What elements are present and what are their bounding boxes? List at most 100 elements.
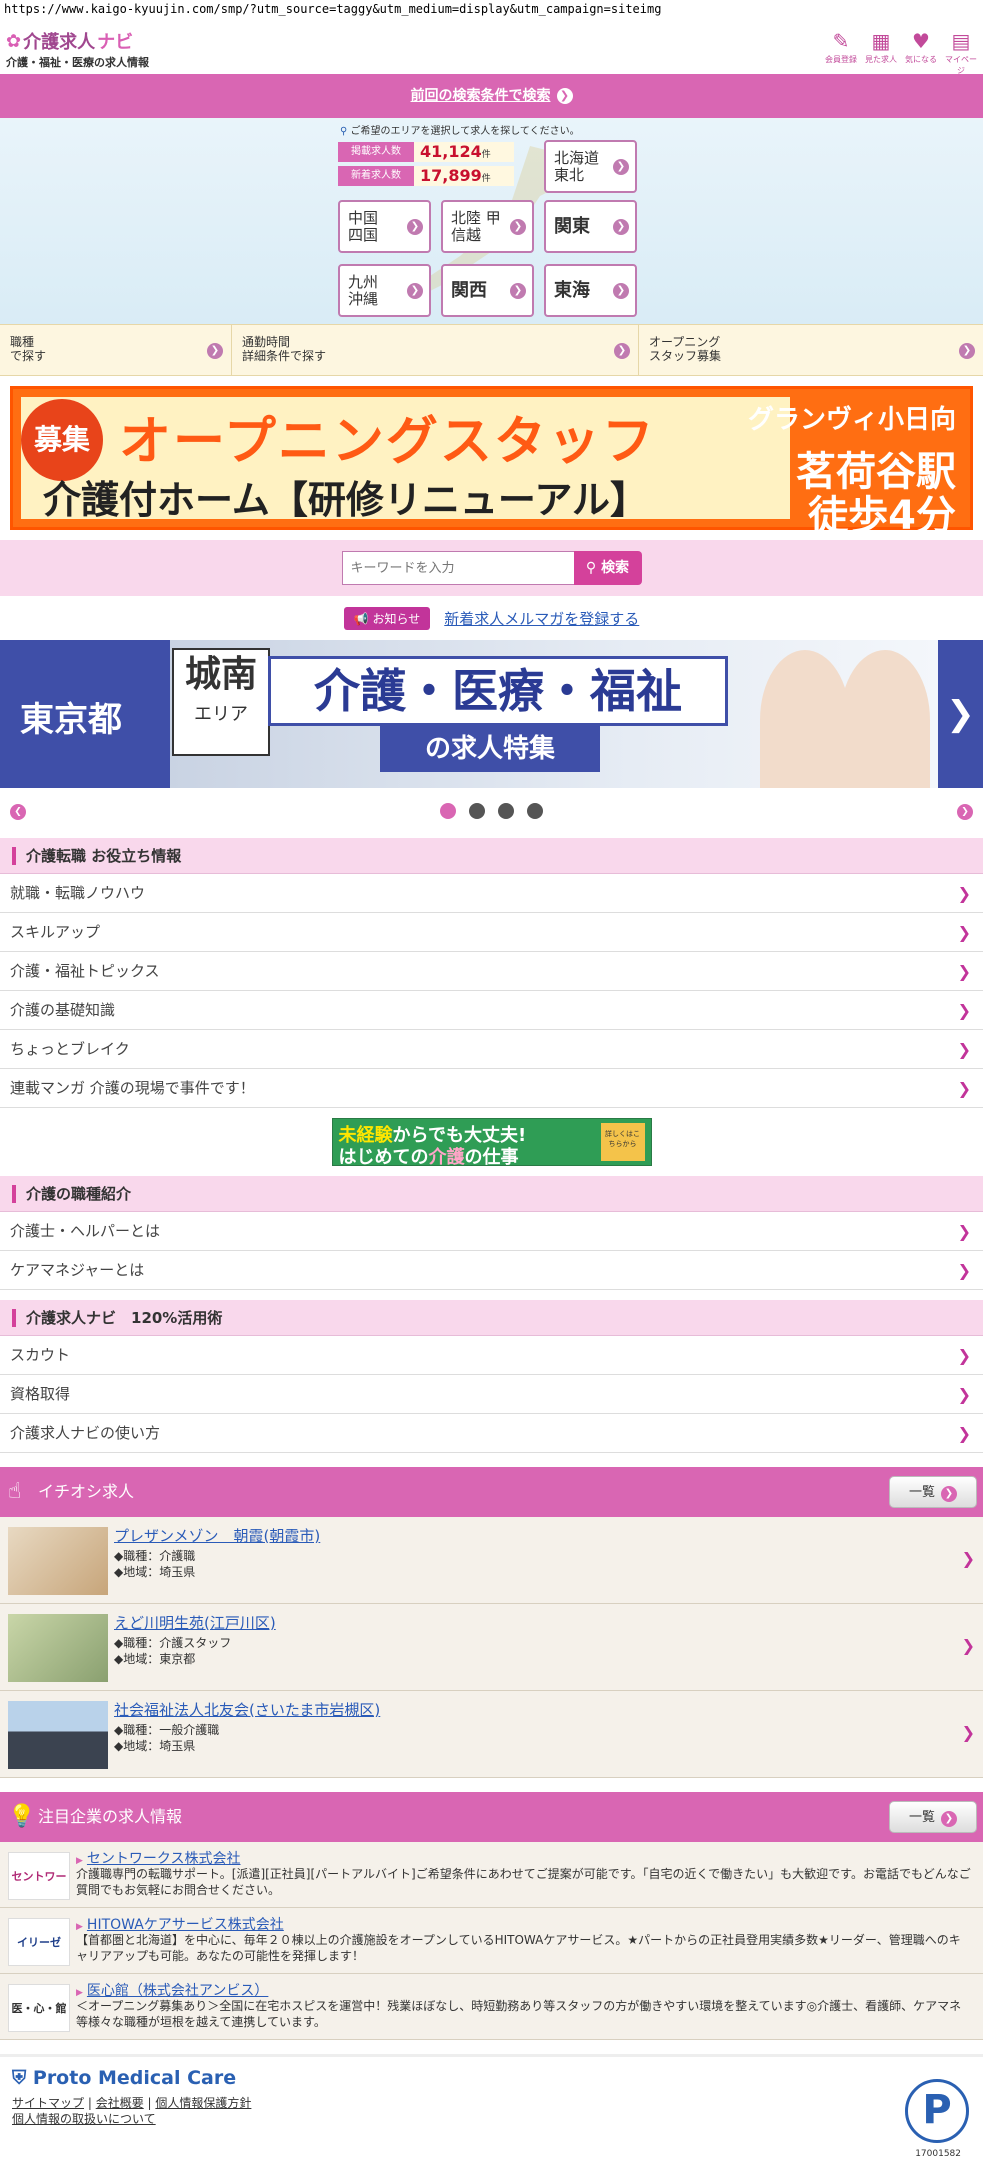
- pickup-job-item[interactable]: プレザンメゾン 朝霞(朝霞市) ◆職種：介護職 ◆地域：埼玉県 ❯: [0, 1517, 983, 1604]
- carousel-next-button[interactable]: ❯: [938, 640, 983, 788]
- region-kanto[interactable]: 関東 ❯: [544, 200, 637, 253]
- search-by-job-type[interactable]: 職種 で探す ❯: [0, 325, 232, 375]
- job-name-link[interactable]: プレザンメゾン 朝霞(朝霞市): [114, 1525, 320, 1546]
- company-name-link[interactable]: セントワークス株式会社: [76, 1848, 241, 1868]
- pickup-job-item[interactable]: えど川明生苑(江戸川区) ◆職種：介護スタッフ ◆地域：東京都 ❯: [0, 1604, 983, 1691]
- section-heading: 介護求人ナビ 120%活用術: [0, 1300, 983, 1336]
- list-item[interactable]: 介護の基礎知識 ❯: [0, 991, 983, 1030]
- company-item[interactable]: イリーゼ HITOWAケアサービス株式会社 【首都圏と北海道】を中心に、毎年２０…: [0, 1908, 983, 1974]
- sitemap-link[interactable]: サイトマップ: [12, 2096, 84, 2110]
- company-item[interactable]: セントワークス セントワークス株式会社 介護職専門の転職サポート。[派遣][正社…: [0, 1842, 983, 1931]
- region-label: 中国 四国: [348, 208, 379, 244]
- viewed-jobs-button[interactable]: ▦ 見た求人: [863, 28, 899, 76]
- pickup-title: イチオシ求人: [38, 1482, 135, 1501]
- newsletter-link[interactable]: 新着求人メルマガを登録する: [444, 608, 639, 629]
- carousel-dot[interactable]: [469, 803, 485, 819]
- job-name-link[interactable]: 社会福祉法人北友会(さいたま市岩槻区): [114, 1699, 380, 1720]
- site-logo[interactable]: ✿ 介護求人 ナビ 介護・福祉・医療の求人情報: [6, 28, 149, 70]
- companies-all-button[interactable]: 一覧 ❯: [889, 1801, 977, 1833]
- previous-search-button[interactable]: 前回の検索条件で検索 ❯: [0, 74, 983, 118]
- region-tokai[interactable]: 東海 ❯: [544, 264, 637, 317]
- arrow-right-icon: ❯: [207, 343, 223, 359]
- search-button[interactable]: ⚲ 検索: [573, 551, 642, 585]
- job-type: ◆職種：介護職: [114, 1549, 196, 1563]
- all-label: 一覧: [908, 1810, 935, 1825]
- banner-area-box: 城南 エリア: [172, 648, 270, 756]
- area-instruction: ⚲ ご希望のエリアを選択して求人を探してください。: [340, 122, 580, 137]
- mypage-icon: ▤: [951, 29, 971, 53]
- personal-info-link[interactable]: 個人情報の取扱いについて: [12, 2112, 156, 2126]
- listed-count-unit: 件: [481, 150, 491, 160]
- company-description: ＜オープニング募集あり＞全国に在宅ホスピスを運営中！残業ほぼなし、時短勤務あり等…: [76, 1999, 962, 2029]
- region-kansai[interactable]: 関西 ❯: [441, 264, 534, 317]
- banner-title: オープニングスタッフ: [119, 412, 656, 472]
- list-item[interactable]: ちょっとブレイク ❯: [0, 1030, 983, 1069]
- job-name-link[interactable]: えど川明生苑(江戸川区): [114, 1612, 276, 1633]
- section-title: 介護の職種紹介: [26, 1185, 132, 1203]
- list-item[interactable]: 介護・福祉トピックス ❯: [0, 952, 983, 991]
- region-hokuriku-koshinetsu[interactable]: 北陸 甲信越 ❯: [441, 200, 534, 253]
- search-link-line1: 通勤時間: [242, 335, 291, 349]
- list-item[interactable]: 資格取得 ❯: [0, 1375, 983, 1414]
- chevron-right-icon: ❯: [957, 962, 971, 981]
- arrow-right-icon: ❯: [613, 158, 629, 175]
- opening-staff-banner[interactable]: 募集 オープニングスタッフ 介護付ホーム【研修リニューアル】 グランヴィ小日向 …: [10, 386, 973, 539]
- region-chugoku-shikoku[interactable]: 中国 四国 ❯: [338, 200, 431, 253]
- chevron-right-icon: ❯: [957, 923, 971, 942]
- favorites-button[interactable]: ♥ 気になる: [903, 28, 939, 76]
- carousel-dot[interactable]: [498, 803, 514, 819]
- carousel-dot[interactable]: [527, 803, 543, 819]
- opening-staff-link[interactable]: オープニング スタッフ募集 ❯: [639, 325, 983, 375]
- company-link[interactable]: 会社概要: [96, 2096, 144, 2110]
- section-title: 介護求人ナビ 120%活用術: [26, 1309, 223, 1327]
- register-button[interactable]: ✎ 会員登録: [823, 28, 859, 76]
- carousel-next-icon[interactable]: ❯: [957, 804, 973, 820]
- region-hokkaido-tohoku[interactable]: 北海道 東北 ❯: [544, 140, 637, 193]
- carousel-pagination: ❮ ❯: [0, 788, 983, 834]
- list-item[interactable]: 連載マンガ 介護の現場で事件です！ ❯: [0, 1069, 983, 1108]
- url-bar[interactable]: https://www.kaigo-kyuujin.com/smp/?utm_s…: [0, 0, 983, 22]
- keyword-search: ⚲ 検索: [0, 540, 983, 596]
- chevron-right-icon: ❯: [961, 1636, 975, 1655]
- list-item[interactable]: ケアマネジャーとは ❯: [0, 1251, 983, 1290]
- listed-count: 掲載求人数 41,124件: [338, 142, 514, 162]
- privacy-mark-icon: P: [905, 2079, 969, 2143]
- list-item-label: 資格取得: [10, 1385, 71, 1403]
- all-label: 一覧: [908, 1485, 935, 1500]
- privacy-policy-link[interactable]: 個人情報保護方針: [155, 2096, 251, 2110]
- listed-count-label: 掲載求人数: [338, 142, 414, 162]
- mypage-button[interactable]: ▤ マイページ: [943, 28, 979, 76]
- beginner-banner[interactable]: 未経験からでも大丈夫! はじめての介護の仕事 詳しくはこちらから: [331, 1118, 652, 1168]
- job-type: ◆職種：一般介護職: [114, 1723, 220, 1737]
- person-image: [760, 650, 850, 788]
- job-type: ◆職種：介護スタッフ: [114, 1636, 232, 1650]
- person-image: [840, 650, 930, 788]
- list-item[interactable]: 介護士・ヘルパーとは ❯: [0, 1212, 983, 1251]
- pin-icon: ⚲: [340, 126, 348, 137]
- pickup-all-button[interactable]: 一覧 ❯: [889, 1476, 977, 1508]
- company-name-link[interactable]: 医心館（株式会社アンビス）: [76, 1980, 268, 2000]
- arrow-right-icon: ❯: [941, 1486, 957, 1502]
- region-kyushu-okinawa[interactable]: 九州 沖縄 ❯: [338, 264, 431, 317]
- list-item[interactable]: スキルアップ ❯: [0, 913, 983, 952]
- list-item[interactable]: スカウト ❯: [0, 1336, 983, 1375]
- region-label: 北海道 東北: [554, 148, 600, 184]
- register-label: 会員登録: [825, 55, 857, 64]
- carousel-prev-icon[interactable]: ❮: [10, 804, 26, 820]
- search-by-commute[interactable]: 通勤時間 詳細条件で探す ❯: [232, 325, 639, 375]
- mini-detail-box: 詳しくはこちらから: [600, 1123, 645, 1161]
- company-item[interactable]: 医・心・館 医心館（株式会社アンビス） ＜オープニング募集あり＞全国に在宅ホスピ…: [0, 1974, 983, 2040]
- list-item[interactable]: 介護求人ナビの使い方 ❯: [0, 1414, 983, 1453]
- company-description: 介護職専門の転職サポート。[派遣][正社員][パートアルバイト]ご希望条件にあわ…: [76, 1867, 971, 1897]
- search-link-line1: オープニング: [649, 335, 721, 349]
- new-count-value: 17,899: [420, 166, 482, 185]
- company-name-link[interactable]: HITOWAケアサービス株式会社: [76, 1914, 284, 1934]
- footer-brand[interactable]: ⛨ Proto Medical Care: [12, 2067, 971, 2089]
- list-item-label: ちょっとブレイク: [10, 1040, 130, 1058]
- carousel-dot[interactable]: [440, 803, 456, 819]
- pickup-job-item[interactable]: 社会福祉法人北友会(さいたま市岩槻区) ◆職種：一般介護職 ◆地域：埼玉県 ❯: [0, 1691, 983, 1778]
- list-item[interactable]: 就職・転職ノウハウ ❯: [0, 874, 983, 913]
- keyword-input[interactable]: [341, 551, 574, 585]
- chevron-right-icon: ❯: [957, 1222, 971, 1241]
- tokyo-feature-banner[interactable]: 東京都 城南 エリア 介護・医療・福祉 の求人特集 ❯: [0, 640, 983, 788]
